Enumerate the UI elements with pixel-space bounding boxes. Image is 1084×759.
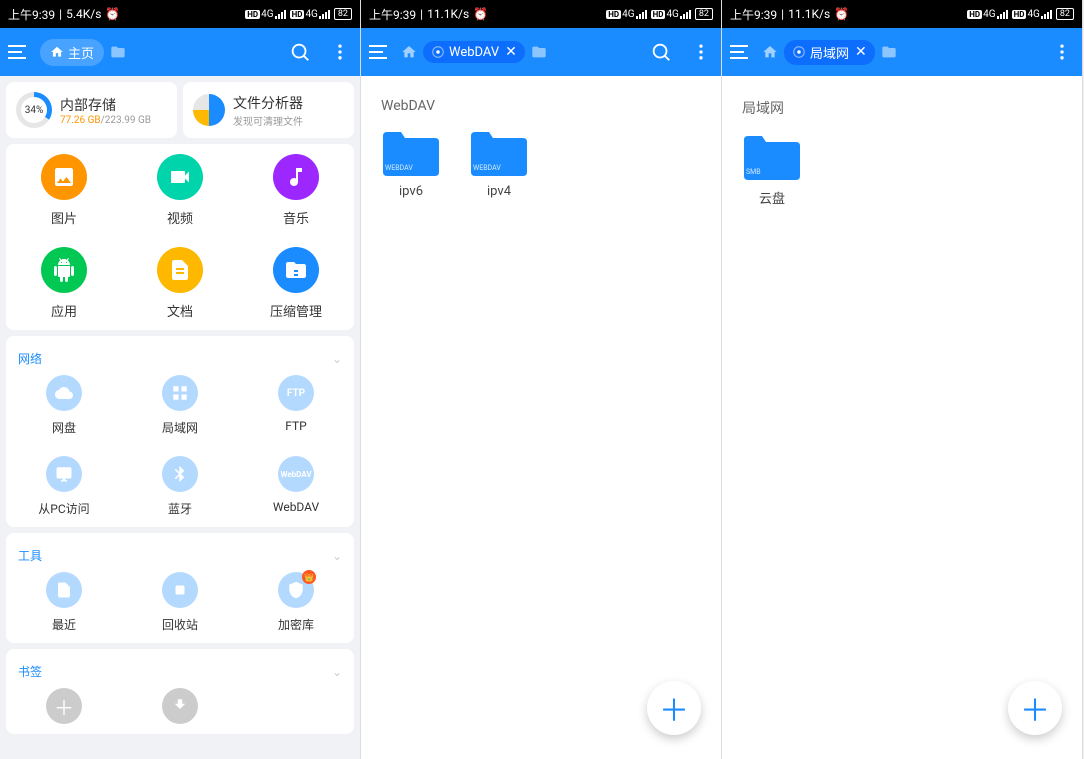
tool-recent[interactable]: 最近 [6, 572, 122, 633]
chevron-down-icon: ⌄ [332, 549, 342, 563]
bookmark-download[interactable] [122, 688, 238, 724]
storage-ring-icon: 34% [16, 92, 52, 128]
category-archives[interactable]: 压缩管理 [238, 247, 354, 320]
menu-button[interactable] [369, 40, 393, 64]
home-icon[interactable] [401, 44, 417, 60]
breadcrumb: 主页 [40, 39, 280, 66]
bookmark-add[interactable]: ＋ [6, 688, 122, 724]
home-icon [50, 45, 64, 59]
broadcast-icon [431, 45, 445, 59]
category-music[interactable]: 音乐 [238, 154, 354, 227]
alarm-icon: ⏰ [834, 7, 849, 21]
close-tab-button[interactable]: ✕ [505, 44, 517, 60]
folder-icon [531, 44, 547, 60]
folder-cloud[interactable]: SMB 云盘 [742, 132, 802, 207]
section-tools-header[interactable]: 工具 ⌄ [6, 543, 354, 572]
alarm-icon: ⏰ [105, 7, 120, 21]
folder-ipv6[interactable]: WEBDAV ipv6 [381, 128, 441, 199]
network-pc[interactable]: 从PC访问 [6, 456, 122, 517]
breadcrumb-home[interactable]: 主页 [40, 39, 104, 66]
breadcrumb-webdav[interactable]: WebDAV ✕ [423, 41, 525, 63]
add-button[interactable]: ＋ [1008, 681, 1062, 735]
crown-badge-icon: 👑 [302, 570, 316, 584]
pie-icon [193, 94, 225, 126]
section-network-header[interactable]: 网络 ⌄ [6, 346, 354, 375]
more-button[interactable] [328, 40, 352, 64]
toolbar: 主页 [0, 28, 360, 76]
battery-icon: 82 [334, 8, 352, 20]
menu-button[interactable] [8, 40, 32, 64]
network-webdav[interactable]: WebDAVWebDAV [238, 456, 354, 517]
add-button[interactable]: ＋ [647, 681, 701, 735]
folder-icon: WEBDAV [469, 128, 529, 176]
chevron-down-icon: ⌄ [332, 352, 342, 366]
status-speed: 5.4K/s [66, 7, 101, 21]
network-ftp[interactable]: FTPFTP [238, 375, 354, 436]
more-button[interactable] [1050, 40, 1074, 64]
close-tab-button[interactable]: ✕ [855, 44, 867, 60]
search-button[interactable] [649, 40, 673, 64]
status-bar: 上午9:39 | 5.4K/s ⏰ HD4G HD4G 82 [0, 0, 360, 28]
menu-button[interactable] [730, 40, 754, 64]
tool-encrypted[interactable]: 👑加密库 [238, 572, 354, 633]
section-bookmarks-header[interactable]: 书签 ⌄ [6, 659, 354, 688]
breadcrumb-lan[interactable]: 局域网 ✕ [784, 40, 875, 65]
home-icon[interactable] [762, 44, 778, 60]
tool-recycle[interactable]: 回收站 [122, 572, 238, 633]
network-cloud[interactable]: 网盘 [6, 375, 122, 436]
page-title: 局域网 [728, 82, 1076, 126]
folder-icon: SMB [742, 132, 802, 180]
storage-title: 内部存储 [60, 95, 167, 115]
more-button[interactable] [689, 40, 713, 64]
category-docs[interactable]: 文档 [122, 247, 238, 320]
alarm-icon: ⏰ [473, 7, 488, 21]
panel-home: 上午9:39 | 5.4K/s ⏰ HD4G HD4G 82 主页 [0, 0, 361, 759]
panel-lan: 上午9:39|11.1K/s⏰ HD4G HD4G 82 局域网 ✕ 局域网 [722, 0, 1083, 759]
search-button[interactable] [288, 40, 312, 64]
network-lan[interactable]: 局域网 [122, 375, 238, 436]
analyzer-card[interactable]: 文件分析器 发现可清理文件 [183, 82, 354, 138]
panel-webdav: 上午9:39|11.1K/s⏰ HD4G HD4G 82 WebDAV ✕ We… [361, 0, 722, 759]
chevron-down-icon: ⌄ [332, 665, 342, 679]
folder-icon [110, 44, 126, 60]
category-apps[interactable]: 应用 [6, 247, 122, 320]
status-bar: 上午9:39|11.1K/s⏰ HD4G HD4G 82 [722, 0, 1082, 28]
page-title: WebDAV [367, 82, 715, 122]
network-bluetooth[interactable]: 蓝牙 [122, 456, 238, 517]
category-pictures[interactable]: 图片 [6, 154, 122, 227]
broadcast-icon [792, 45, 806, 59]
folder-ipv4[interactable]: WEBDAV ipv4 [469, 128, 529, 199]
category-videos[interactable]: 视频 [122, 154, 238, 227]
storage-card[interactable]: 34% 内部存储 77.26 GB/223.99 GB [6, 82, 177, 138]
folder-icon: WEBDAV [381, 128, 441, 176]
folder-icon [881, 44, 897, 60]
status-bar: 上午9:39|11.1K/s⏰ HD4G HD4G 82 [361, 0, 721, 28]
status-time: 上午9:39 [8, 6, 55, 23]
